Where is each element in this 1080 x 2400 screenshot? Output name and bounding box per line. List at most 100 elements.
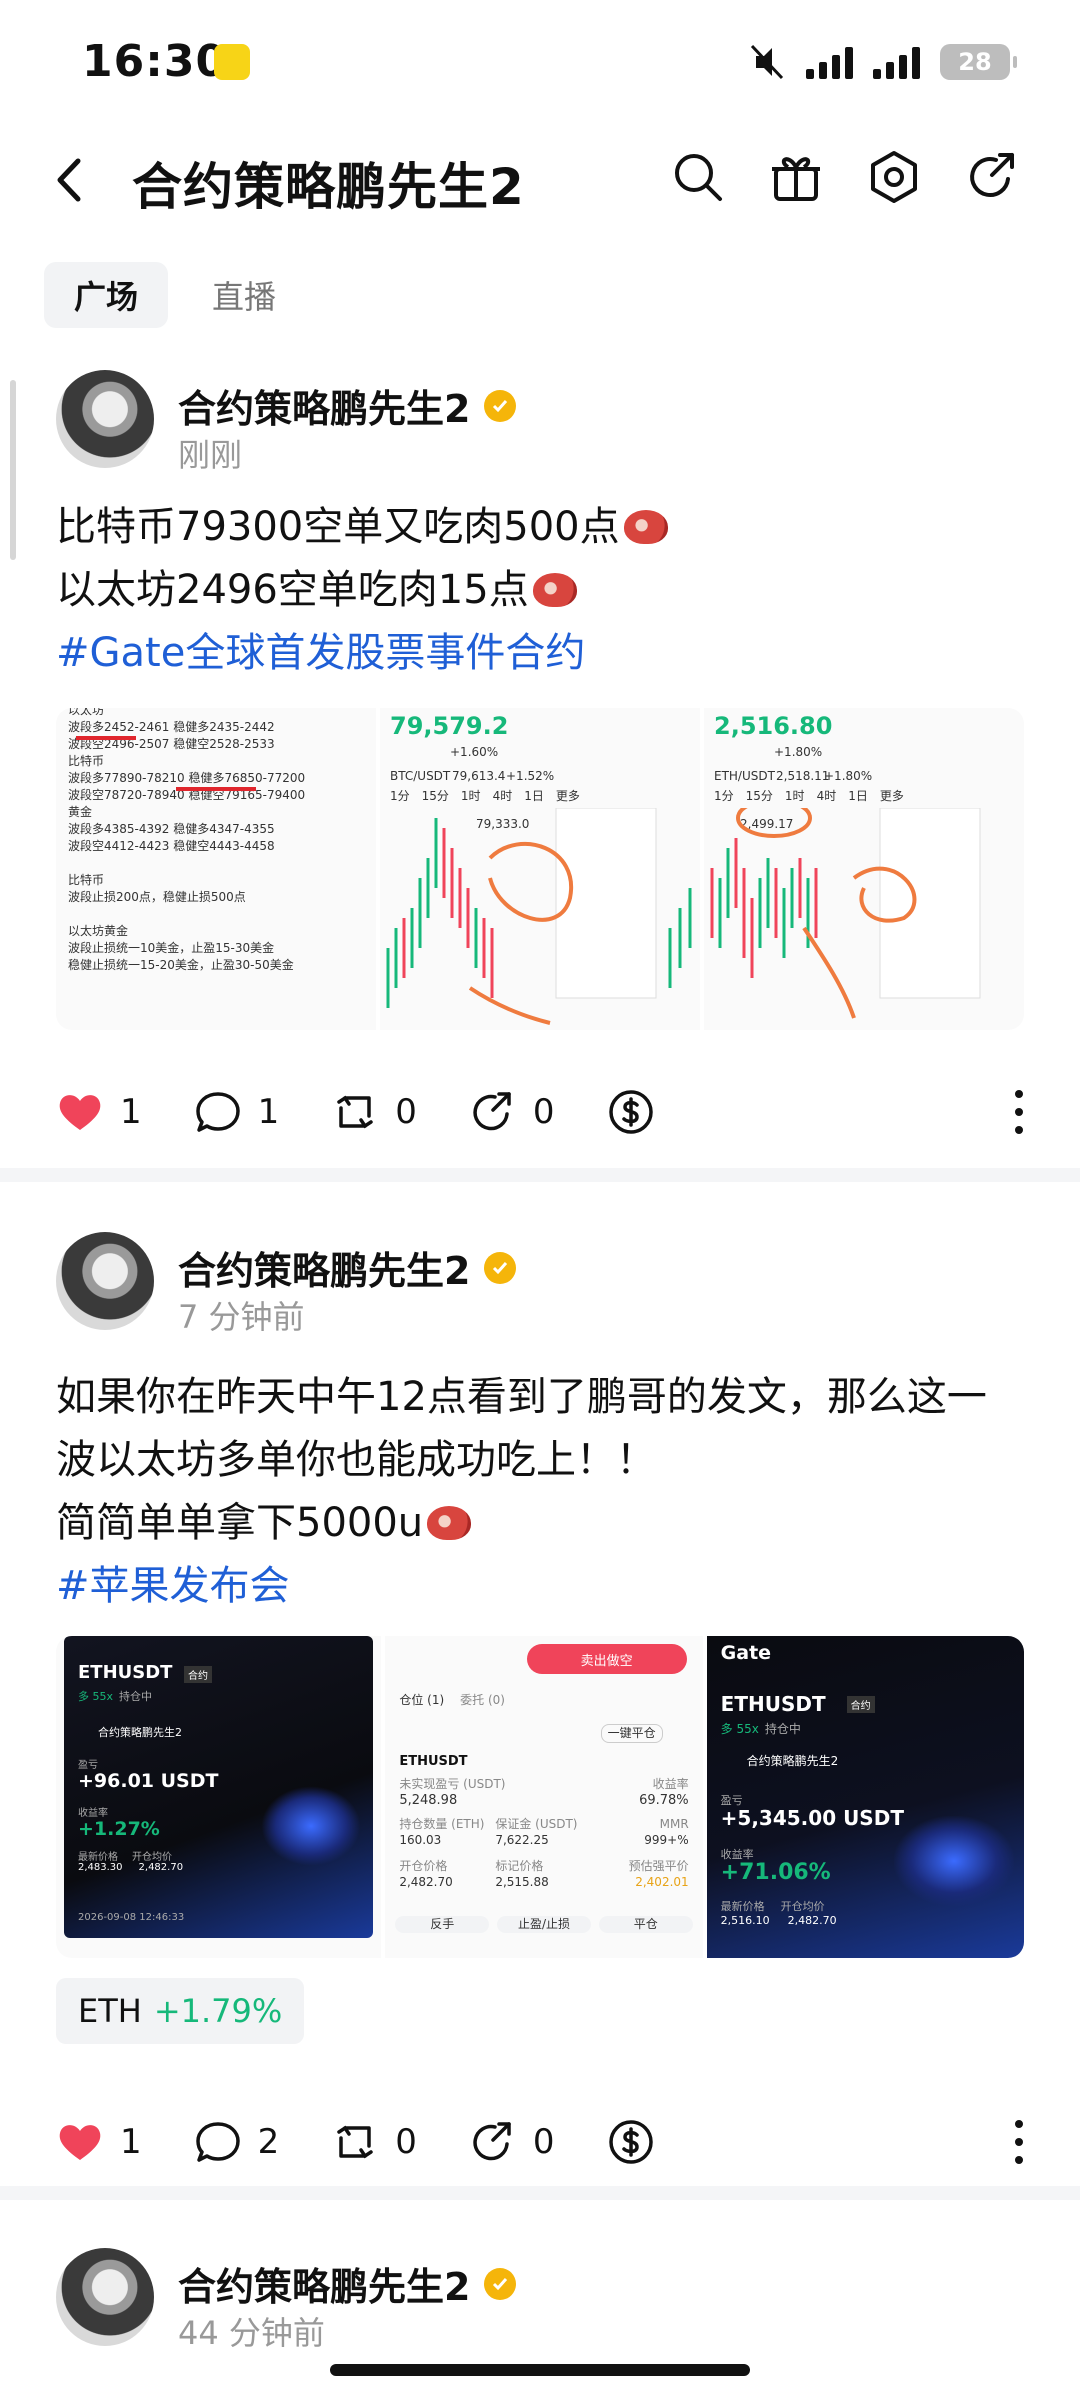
token-symbol: ETH — [78, 1992, 142, 2030]
like-button[interactable]: 1 — [56, 1088, 142, 1136]
highlight-line — [76, 736, 136, 740]
tip-button[interactable] — [607, 2118, 655, 2166]
eth-candlestick-chart — [710, 808, 981, 1019]
post-image-pnl-card[interactable]: ETHUSDT 合约 多 55x 持仓中 合约策略鹏先生2 盈亏 +96.01 U… — [56, 1636, 382, 1958]
post-text[interactable]: 如果你在昨天中午12点看到了鹏哥的发文，那么这一 波以太坊多单你也能成功吃上！！… — [56, 1366, 1040, 1618]
card-pnl: +96.01 USDT — [78, 1770, 219, 1792]
token-change: +1.79% — [153, 1992, 283, 2030]
scrollbar[interactable] — [10, 380, 16, 560]
tab-live[interactable]: 直播 — [182, 262, 306, 328]
post-text[interactable]: 比特币79300空单又吃肉500点 以太坊2496空单吃肉15点 #Gate全球… — [56, 496, 1040, 685]
avatar[interactable] — [56, 370, 154, 468]
share-icon[interactable] — [962, 147, 1022, 207]
share-button[interactable]: 0 — [469, 2118, 555, 2166]
repost-button[interactable]: 0 — [331, 1088, 417, 1136]
repost-icon — [337, 1095, 374, 1129]
comment-button[interactable]: 2 — [194, 2118, 280, 2166]
signal-icon — [873, 45, 920, 79]
dollar-icon — [608, 2120, 653, 2164]
more-icon[interactable] — [1014, 2118, 1024, 2166]
post-image-pnl-card[interactable]: Gate ETHUSDT 合约 多 55x 持仓中 合约策略鹏先生2 盈亏 +5,… — [706, 1636, 1024, 1958]
avatar[interactable] — [56, 2248, 154, 2346]
comment-button[interactable]: 1 — [194, 1088, 280, 1136]
post-time: 44 分钟前 — [178, 2314, 325, 2352]
author-name[interactable]: 合约策略鹏先生2 — [178, 1240, 470, 1295]
close-position-button: 平仓 — [598, 1916, 693, 1933]
card-open-price: 2,482.70 — [138, 1862, 184, 1873]
order-symbol: ETHUSDT — [399, 1754, 468, 1769]
card-side: 多 55x — [78, 1690, 114, 1703]
comment-icon — [195, 1092, 240, 1132]
share-count: 0 — [532, 1092, 555, 1132]
post-divider — [0, 2186, 1080, 2200]
token-tag[interactable]: ETH +1.79% — [56, 1978, 305, 2044]
repost-button[interactable]: 0 — [331, 2118, 417, 2166]
home-indicator[interactable] — [330, 2364, 750, 2376]
eth-pair-price: 2,518.11 — [776, 769, 830, 783]
heart-icon — [59, 1095, 101, 1130]
share-arrow-icon — [473, 1092, 511, 1131]
comment-count: 1 — [257, 1092, 280, 1132]
post-image-position-panel[interactable]: 卖出做空 仓位 (1) 委托 (0) 一键平仓 ETHUSDT 未实现盈亏 (US… — [385, 1636, 703, 1958]
comment-icon — [195, 2122, 240, 2162]
post-image-strategy-note[interactable]: 以太坊 波段多2452-2461 稳健多2435-2442 波段空2496-25… — [56, 708, 376, 1030]
avatar[interactable] — [56, 1232, 154, 1330]
card-tag: 合约 — [184, 1666, 212, 1683]
like-button[interactable]: 1 — [56, 2118, 142, 2166]
post-line: 比特币79300空单又吃肉500点 — [56, 504, 620, 550]
author-name[interactable]: 合约策略鹏先生2 — [178, 378, 470, 433]
tpsl-button: 止盈/止损 — [497, 1916, 591, 1933]
post-image-eth-chart[interactable]: 2,516.80 +1.80% ETH/USDT 2,518.11 +1.80%… — [704, 708, 1024, 1030]
btc-pair-change: +1.52% — [506, 769, 555, 783]
tab-bar: 广场 直播 — [44, 262, 306, 328]
steak-emoji — [532, 573, 577, 607]
search-icon[interactable] — [668, 147, 728, 207]
share-button[interactable]: 0 — [469, 1088, 555, 1136]
gift-icon[interactable] — [766, 147, 826, 207]
repost-count: 0 — [395, 1092, 417, 1132]
card-date: 2026-09-08 12:46:33 — [78, 1912, 185, 1923]
unrealized-pnl: 5,248.98 — [399, 1793, 458, 1808]
more-icon[interactable] — [1014, 1088, 1024, 1136]
repost-count: 0 — [395, 2122, 417, 2162]
dollar-icon — [608, 1090, 653, 1134]
eth-pair: ETH/USDT — [714, 769, 775, 783]
share-count: 0 — [532, 2122, 555, 2162]
eth-price: 2,516.80 — [714, 712, 833, 740]
btc-pair: BTC/USDT — [390, 769, 451, 783]
post-images: 以太坊 波段多2452-2461 稳健多2435-2442 波段空2496-25… — [56, 708, 1024, 1030]
notification-app-icon — [214, 44, 250, 80]
reverse-button: 反手 — [395, 1916, 490, 1933]
status-time: 16:30 — [82, 36, 228, 87]
card-pnl: +5,345.00 USDT — [720, 1806, 904, 1830]
card-symbol: ETHUSDT — [78, 1662, 173, 1683]
settings-icon[interactable] — [864, 147, 924, 207]
tip-button[interactable] — [607, 1088, 655, 1136]
tab-square[interactable]: 广场 — [44, 262, 169, 328]
race-car-image — [893, 1816, 1014, 1906]
mute-icon — [750, 44, 784, 80]
card-status: 持仓中 — [119, 1690, 153, 1703]
eth-interval-tabs: 1分 15分 1时 4时 1日 更多 — [714, 789, 904, 803]
post-images: ETHUSDT 合约 多 55x 持仓中 合约策略鹏先生2 盈亏 +96.01 U… — [56, 1636, 1024, 1958]
btc-price: 79,579.2 — [390, 712, 509, 740]
back-icon[interactable] — [46, 147, 90, 213]
positions-tab: 仓位 (1) — [399, 1693, 445, 1707]
author-name[interactable]: 合约策略鹏先生2 — [178, 2256, 470, 2311]
sell-short-button: 卖出做空 — [526, 1644, 687, 1674]
hashtag-link[interactable]: #苹果发布会 — [56, 1555, 1040, 1618]
post-image-btc-chart[interactable]: 79,579.2 +1.60% BTC/USDT 79,613.4 +1.52%… — [380, 708, 700, 1030]
post-line: 简简单单拿下5000u — [56, 1500, 424, 1546]
card-user: 合约策略鹏先生2 — [746, 1754, 839, 1768]
hashtag-link[interactable]: #Gate全球首发股票事件合约 — [56, 622, 1040, 685]
card-rate-label: 收益率 — [78, 1808, 108, 1819]
page-title: 合约策略鹏先生2 — [132, 158, 525, 216]
eth-pair-change: +1.80% — [824, 769, 873, 783]
card-rate: +1.27% — [78, 1818, 160, 1840]
strategy-note-text: 以太坊 波段多2452-2461 稳健多2435-2442 波段空2496-25… — [68, 708, 306, 972]
share-arrow-icon — [473, 2122, 511, 2161]
post-line: 波以太坊多单你也能成功吃上！！ — [56, 1437, 656, 1483]
comment-count: 2 — [257, 2122, 280, 2162]
btc-candlestick-chart — [386, 808, 692, 1025]
post-line: 如果你在昨天中午12点看到了鹏哥的发文，那么这一 — [56, 1374, 987, 1420]
